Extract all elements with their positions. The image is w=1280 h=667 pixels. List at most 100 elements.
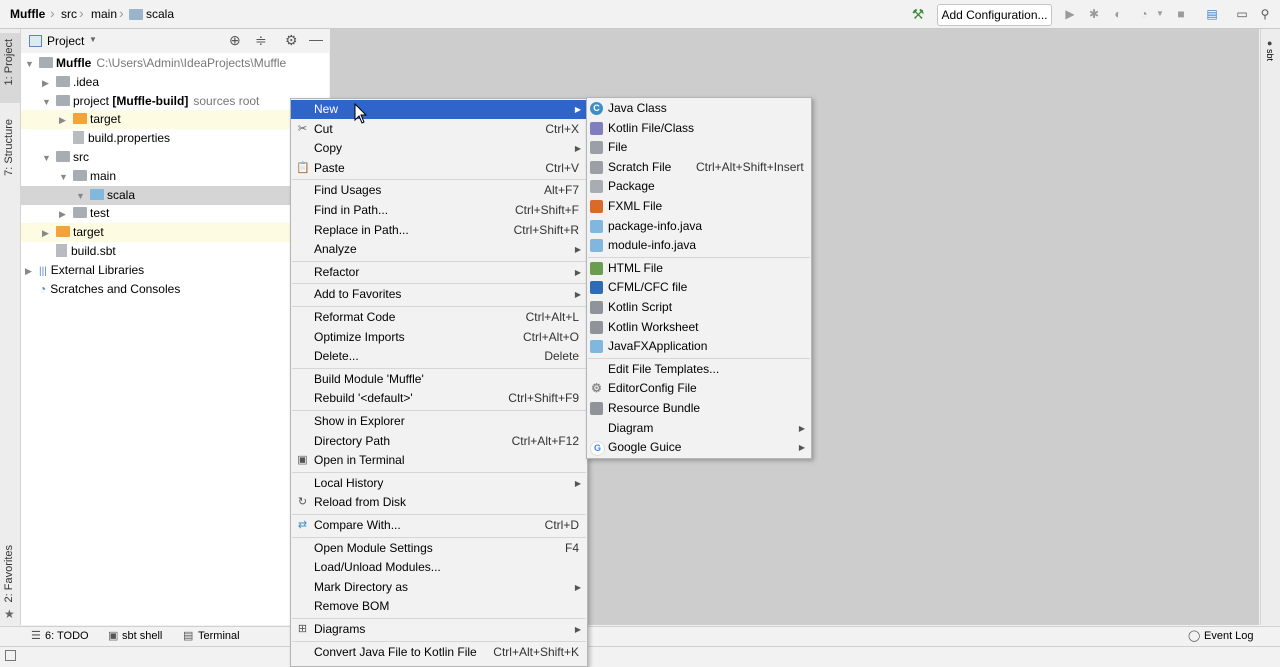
- tab-terminal[interactable]: Terminal: [198, 630, 240, 642]
- new-item-resource-bundle[interactable]: Resource Bundle: [587, 399, 811, 418]
- menu-item-open-in-terminal[interactable]: ▣ Open in Terminal: [291, 451, 587, 470]
- profile-icon[interactable]: ◔: [1136, 6, 1152, 22]
- new-item-kotlin-file-class[interactable]: Kotlin File/Class: [587, 119, 811, 138]
- menu-item-refactor[interactable]: Refactor ▶: [291, 263, 587, 282]
- tab-sbt[interactable]: ● sbt: [1261, 35, 1280, 71]
- tree-item-src[interactable]: ▼ src: [21, 148, 329, 167]
- tab-favorites[interactable]: 2: Favorites ★: [0, 541, 20, 621]
- stop-icon[interactable]: ■: [1173, 6, 1189, 22]
- menu-item-replace-in-path[interactable]: Replace in Path... Ctrl+Shift+R: [291, 221, 587, 240]
- expand-arrow-down-icon[interactable]: ▼: [25, 55, 39, 74]
- breadcrumb-src[interactable]: src: [61, 7, 77, 21]
- tree-item-build-properties[interactable]: build.properties: [21, 129, 329, 148]
- expand-arrow-down-icon[interactable]: ▼: [42, 149, 56, 168]
- new-item-kotlin-worksheet[interactable]: Kotlin Worksheet: [587, 318, 811, 337]
- tree-item-build-sbt[interactable]: build.sbt: [21, 242, 329, 261]
- menu-item-compare-with[interactable]: ⇄ Compare With... Ctrl+D: [291, 516, 587, 535]
- project-structure-icon[interactable]: ▤: [1204, 6, 1220, 22]
- menu-item-reformat-code[interactable]: Reformat Code Ctrl+Alt+L: [291, 308, 587, 327]
- tab-sbt-shell[interactable]: sbt shell: [122, 630, 162, 642]
- tab-event-log[interactable]: Event Log: [1204, 630, 1254, 642]
- menu-item-add-to-favorites[interactable]: Add to Favorites ▶: [291, 285, 587, 304]
- new-item-editorconfig-file[interactable]: ⚙ EditorConfig File: [587, 379, 811, 398]
- new-item-html-file[interactable]: HTML File: [587, 259, 811, 278]
- new-item-edit-file-templates[interactable]: Edit File Templates...: [587, 360, 811, 379]
- hide-icon[interactable]: —: [309, 31, 323, 47]
- tab-project[interactable]: 1: Project: [0, 33, 20, 103]
- menu-item-show-in-explorer[interactable]: Show in Explorer: [291, 412, 587, 431]
- new-item-scratch-file[interactable]: Scratch File Ctrl+Alt+Shift+Insert: [587, 158, 811, 177]
- coverage-icon[interactable]: ◐: [1110, 6, 1126, 22]
- new-item-cfml-cfc-file[interactable]: CFML/CFC file: [587, 278, 811, 297]
- menu-item-load-unload-modules[interactable]: Load/Unload Modules...: [291, 558, 587, 577]
- tree-item-target[interactable]: ▶ target: [21, 223, 329, 243]
- menu-item-delete[interactable]: Delete... Delete: [291, 347, 587, 366]
- new-item-google-guice[interactable]: G Google Guice ▶: [587, 438, 811, 457]
- menu-item-convert-java-file-to-kotlin-file[interactable]: Convert Java File to Kotlin File Ctrl+Alt…: [291, 643, 587, 662]
- new-item-kotlin-script[interactable]: Kotlin Script: [587, 298, 811, 317]
- build-hammer-icon[interactable]: ⚒: [910, 6, 926, 22]
- new-item-package-info-java[interactable]: package-info.java: [587, 217, 811, 236]
- tab-todo[interactable]: 6: TODO: [45, 630, 89, 642]
- tree-item-external-libraries[interactable]: ▶ ||| External Libraries: [21, 261, 329, 280]
- tree-item-scratches-and-consoles[interactable]: ◔ Scratches and Consoles: [21, 280, 329, 299]
- menu-item-directory-path[interactable]: Directory Path Ctrl+Alt+F12: [291, 432, 587, 451]
- expand-arrow-right-icon[interactable]: ▶: [59, 205, 73, 224]
- expand-arrow-right-icon[interactable]: ▶: [42, 74, 56, 93]
- menu-item-find-in-path[interactable]: Find in Path... Ctrl+Shift+F: [291, 201, 587, 220]
- menu-item-reload-from-disk[interactable]: ↻ Reload from Disk: [291, 493, 587, 512]
- expand-arrow-down-icon[interactable]: ▼: [42, 93, 56, 112]
- menu-item-build-module-muffle[interactable]: Build Module 'Muffle': [291, 370, 587, 389]
- tree-item-idea[interactable]: ▶ .idea: [21, 73, 329, 92]
- new-item-module-info-java[interactable]: module-info.java: [587, 236, 811, 255]
- chevron-down-icon[interactable]: ▼: [89, 35, 97, 44]
- tree-item-main[interactable]: ▼ main: [21, 167, 329, 186]
- tree-item-test[interactable]: ▶ test: [21, 204, 329, 223]
- chevron-down-icon[interactable]: ▼: [1152, 6, 1168, 22]
- tree-item-project[interactable]: ▼ project [Muffle-build] sources root: [21, 92, 329, 111]
- new-item-diagram[interactable]: Diagram ▶: [587, 419, 811, 438]
- toggle-tool-windows-icon[interactable]: [5, 650, 16, 661]
- presentation-icon[interactable]: ▭: [1234, 6, 1250, 22]
- tree-item-scala[interactable]: ▼ scala: [21, 185, 329, 206]
- menu-item-cut[interactable]: ✂ Cut Ctrl+X: [291, 120, 587, 139]
- tree-item-muffle[interactable]: ▼ Muffle C:\Users\Admin\IdeaProjects\Muffl…: [21, 54, 329, 73]
- new-item-fxml-file[interactable]: FXML File: [587, 197, 811, 216]
- project-view-selector[interactable]: Project: [47, 34, 84, 48]
- breadcrumb-project[interactable]: Muffle: [10, 7, 45, 21]
- submenu-arrow-icon: ▶: [574, 245, 581, 255]
- expand-arrow-down-icon[interactable]: ▼: [76, 187, 90, 206]
- menu-item-open-module-settings[interactable]: Open Module Settings F4: [291, 539, 587, 558]
- menu-item-rebuild-default[interactable]: Rebuild '<default>' Ctrl+Shift+F9: [291, 389, 587, 408]
- new-item-java-class[interactable]: C Java Class: [587, 99, 811, 118]
- menu-item-mark-directory-as[interactable]: Mark Directory as ▶: [291, 578, 587, 597]
- search-everywhere-icon[interactable]: ⚲: [1257, 6, 1273, 22]
- add-configuration-button[interactable]: Add Configuration...: [937, 4, 1052, 26]
- new-item-javafxapplication[interactable]: JavaFXApplication: [587, 337, 811, 356]
- menu-item-optimize-imports[interactable]: Optimize Imports Ctrl+Alt+O: [291, 328, 587, 347]
- menu-item-paste[interactable]: 📋 Paste Ctrl+V: [291, 159, 587, 178]
- tab-structure[interactable]: 7: Structure: [0, 115, 20, 190]
- run-icon[interactable]: ▶: [1062, 6, 1078, 22]
- expand-arrow-right-icon[interactable]: ▶: [42, 224, 56, 243]
- new-item-file[interactable]: File: [587, 138, 811, 157]
- breadcrumb-scala[interactable]: scala: [146, 7, 174, 21]
- tree-item-target[interactable]: ▶ target: [21, 110, 329, 130]
- menu-item-new[interactable]: New ▶: [291, 100, 587, 119]
- collapse-all-icon[interactable]: ≑: [255, 32, 267, 49]
- expand-arrow-right-icon[interactable]: ▶: [59, 111, 73, 130]
- menu-item-analyze[interactable]: Analyze ▶: [291, 240, 587, 259]
- expand-arrow-down-icon[interactable]: ▼: [59, 168, 73, 187]
- menu-item-remove-bom[interactable]: Remove BOM: [291, 597, 587, 616]
- debug-icon[interactable]: ✱: [1086, 6, 1102, 22]
- menu-item-local-history[interactable]: Local History ▶: [291, 474, 587, 493]
- expand-arrow-right-icon[interactable]: ▶: [25, 262, 39, 281]
- gear-icon[interactable]: ⚙: [285, 32, 298, 49]
- menu-item-label: Replace in Path...: [314, 222, 409, 237]
- menu-item-find-usages[interactable]: Find Usages Alt+F7: [291, 181, 587, 200]
- locate-icon[interactable]: ⊕: [229, 32, 241, 49]
- menu-item-diagrams[interactable]: ⊞ Diagrams ▶: [291, 620, 587, 639]
- menu-item-copy[interactable]: Copy ▶: [291, 139, 587, 158]
- breadcrumb-main[interactable]: main: [91, 7, 117, 21]
- new-item-package[interactable]: Package: [587, 177, 811, 196]
